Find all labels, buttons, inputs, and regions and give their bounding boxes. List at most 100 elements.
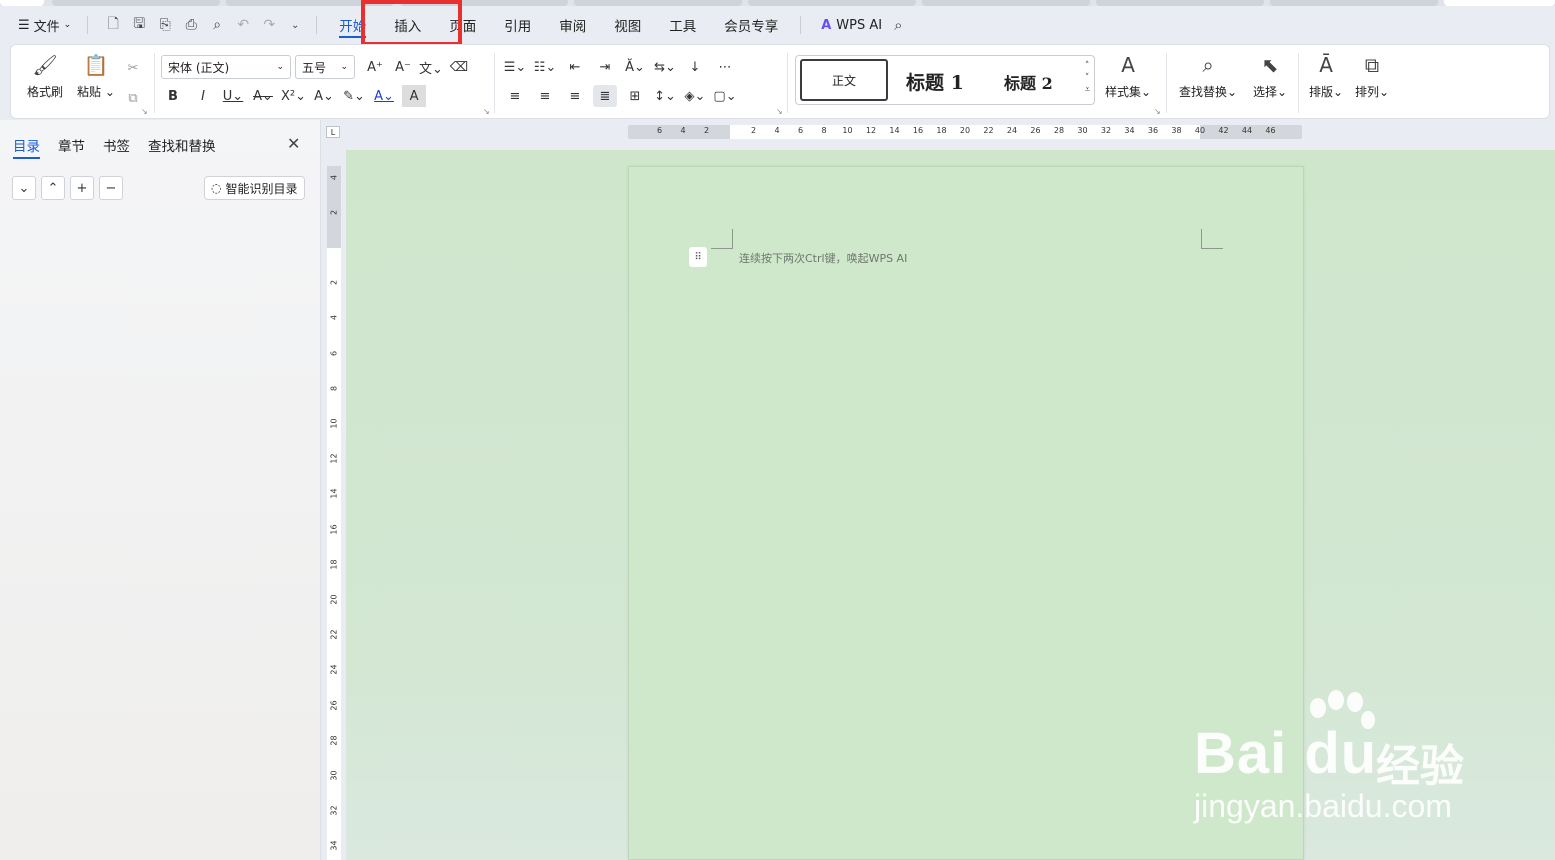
text-direction-icon[interactable]: ⇆⌄ (653, 56, 677, 78)
align-center-icon[interactable]: ≡ (533, 85, 557, 107)
nav-tab-toc[interactable]: 目录 (13, 135, 40, 159)
remove-icon[interactable]: − (99, 176, 123, 200)
clear-format-icon[interactable]: ⌫ (447, 56, 471, 78)
chinese-layout-icon[interactable]: Ă⌄ (623, 56, 647, 78)
select-label: 选择⌄ (1253, 85, 1288, 99)
expand-down-icon[interactable]: ⌄ (12, 176, 36, 200)
bullet-list-icon[interactable]: ☰⌄ (503, 56, 527, 78)
text-effect-icon[interactable]: A⌄ (312, 85, 336, 107)
sort-icon[interactable]: ↓ (683, 56, 707, 78)
bold-icon[interactable]: B (161, 85, 185, 107)
ruler-tick-label: 10 (842, 126, 853, 135)
new-document-icon[interactable]: 🗋 (102, 14, 124, 36)
smart-toc-button[interactable]: ◌ 智能识别目录 (204, 176, 305, 200)
justify-icon[interactable]: ≣ (593, 85, 617, 107)
decrease-indent-icon[interactable]: ⇤ (563, 56, 587, 78)
undo-icon[interactable]: ↶ (232, 14, 254, 36)
chevron-down-icon[interactable]: ˅ (1085, 72, 1090, 84)
grow-font-icon[interactable]: A⁺ (363, 56, 387, 78)
nav-tab-find-replace[interactable]: 查找和替换 (148, 135, 216, 159)
nav-tab-bookmarks[interactable]: 书签 (103, 135, 130, 159)
italic-icon[interactable]: I (191, 85, 215, 107)
style-heading-2[interactable]: 标题 2 (1004, 70, 1053, 94)
horizontal-ruler[interactable]: 6 4 2 2 4 6 8 10 12 14 16 18 20 22 24 26 28 30 32 34 36 38 40 4… (628, 125, 1302, 139)
dialog-launcher-icon[interactable]: ↘ (776, 107, 783, 116)
phonetic-guide-icon[interactable]: 文⌄ (419, 56, 443, 78)
font-color-icon[interactable]: A⌄ (372, 85, 396, 107)
export-pdf-icon[interactable]: ⎘ (154, 14, 176, 36)
ruler-tick-label: 18 (936, 126, 947, 135)
close-icon[interactable]: ✕ (287, 134, 300, 153)
dialog-launcher-icon[interactable]: ↘ (141, 107, 148, 116)
highlight-icon[interactable]: ✎⌄ (342, 85, 366, 107)
shrink-font-icon[interactable]: A⁻ (391, 56, 415, 78)
arrange-button[interactable]: ⧉ 排列⌄ (1355, 53, 1389, 100)
style-set-icon: A (1121, 53, 1135, 77)
style-heading-2-label: 标题 2 (1004, 74, 1053, 93)
print-preview-icon[interactable]: ⌕ (206, 14, 228, 36)
tab-review[interactable]: 审阅 (545, 6, 600, 44)
tab-member[interactable]: 会员专享 (710, 6, 792, 44)
show-marks-icon[interactable]: ⋯ (713, 56, 737, 78)
char-shading-icon[interactable]: A (402, 85, 427, 107)
search-icon[interactable]: ⌕ (894, 16, 902, 34)
gallery-scroll[interactable]: ˄ ˅ ⩡ (1085, 60, 1090, 96)
ruler-tick-label: 16 (329, 524, 339, 535)
tab-stop-selector[interactable]: L (326, 126, 340, 138)
dialog-launcher-icon[interactable]: ↘ (1154, 107, 1161, 116)
superscript-icon[interactable]: X²⌄ (281, 85, 306, 107)
borders-icon[interactable]: ▢⌄ (713, 85, 737, 107)
drag-handle-icon[interactable]: ⠿ (689, 247, 707, 267)
font-name-select[interactable]: 宋体 (正文) ⌄ (161, 55, 291, 79)
line-spacing-icon[interactable]: ↕⌄ (653, 85, 677, 107)
underline-icon[interactable]: U⌄ (221, 85, 245, 107)
print-icon[interactable]: ⎙ (180, 14, 202, 36)
style-heading-1[interactable]: 标题 1 (906, 68, 964, 95)
style-set-button[interactable]: A 样式集⌄ (1105, 53, 1151, 100)
align-right-icon[interactable]: ≡ (563, 85, 587, 107)
file-menu[interactable]: ☰ 文件 ⌄ (0, 16, 79, 35)
add-icon[interactable]: + (70, 176, 94, 200)
numbered-list-icon[interactable]: ☷⌄ (533, 56, 557, 78)
find-replace-button[interactable]: ⌕ 查找替换⌄ (1179, 53, 1237, 100)
strikethrough-icon[interactable]: A⌄ (251, 85, 275, 107)
distributed-icon[interactable]: ⊞ (623, 85, 647, 107)
redo-icon[interactable]: ↷ (258, 14, 280, 36)
divider (800, 16, 802, 34)
chevron-down-icon: ⌄ (276, 62, 284, 72)
navigation-panel: 目录 章节 书签 查找和替换 ✕ ⌄ ⌃ + − ◌ 智能识别目录 (0, 120, 321, 860)
tab-references[interactable]: 引用 (490, 6, 545, 44)
more-icon[interactable]: ⩡ (1085, 84, 1090, 96)
vertical-ruler[interactable]: 4 2 2 4 6 8 10 12 14 16 18 20 22 24 26 28 30 32 34 (327, 166, 341, 860)
cut-icon[interactable]: ✂ (121, 57, 145, 79)
chevron-down-icon: ⌄ (63, 20, 72, 30)
divider (87, 16, 89, 34)
more-chevron-icon[interactable]: ⌄ (284, 14, 306, 36)
format-painter-button[interactable]: 🖌 格式刷 (27, 53, 63, 100)
chevron-up-icon[interactable]: ˄ (1085, 60, 1090, 72)
copy-icon[interactable]: ⧉ (121, 87, 145, 109)
save-icon[interactable]: 🖫 (128, 14, 150, 36)
increase-indent-icon[interactable]: ⇥ (593, 56, 617, 78)
collapse-up-icon[interactable]: ⌃ (41, 176, 65, 200)
tab-member-label: 会员专享 (724, 19, 779, 35)
shading-icon[interactable]: ◈⌄ (683, 85, 707, 107)
menu-bar: ☰ 文件 ⌄ 🗋 🖫 ⎘ ⎙ ⌕ ↶ ↷ ⌄ 开始 插入 页面 引用 审阅 视图… (0, 6, 1555, 44)
divider (154, 53, 155, 113)
font-size-select[interactable]: 五号 ⌄ (295, 55, 355, 79)
tab-view[interactable]: 视图 (600, 6, 655, 44)
select-button[interactable]: ⬉ 选择⌄ (1253, 53, 1287, 100)
align-left-icon[interactable]: ≡ (503, 85, 527, 107)
tab-tools[interactable]: 工具 (655, 6, 710, 44)
paste-label: 粘贴 ⌄ (77, 85, 115, 99)
style-normal[interactable]: 正文 (800, 59, 888, 101)
nav-tab-sections[interactable]: 章节 (58, 135, 85, 159)
layout-button[interactable]: Ā 排版⌄ (1309, 53, 1343, 100)
ruler-tick-label: 6 (656, 126, 663, 135)
dialog-launcher-icon[interactable]: ↘ (483, 107, 490, 116)
smart-toc-label: 智能识别目录 (225, 181, 298, 196)
font-size-value: 五号 (302, 60, 327, 75)
paste-button[interactable]: 📋 粘贴 ⌄ (77, 53, 115, 100)
ruler-tick-label: 36 (1147, 126, 1159, 135)
wps-ai-button[interactable]: A WPS AI (809, 18, 894, 33)
